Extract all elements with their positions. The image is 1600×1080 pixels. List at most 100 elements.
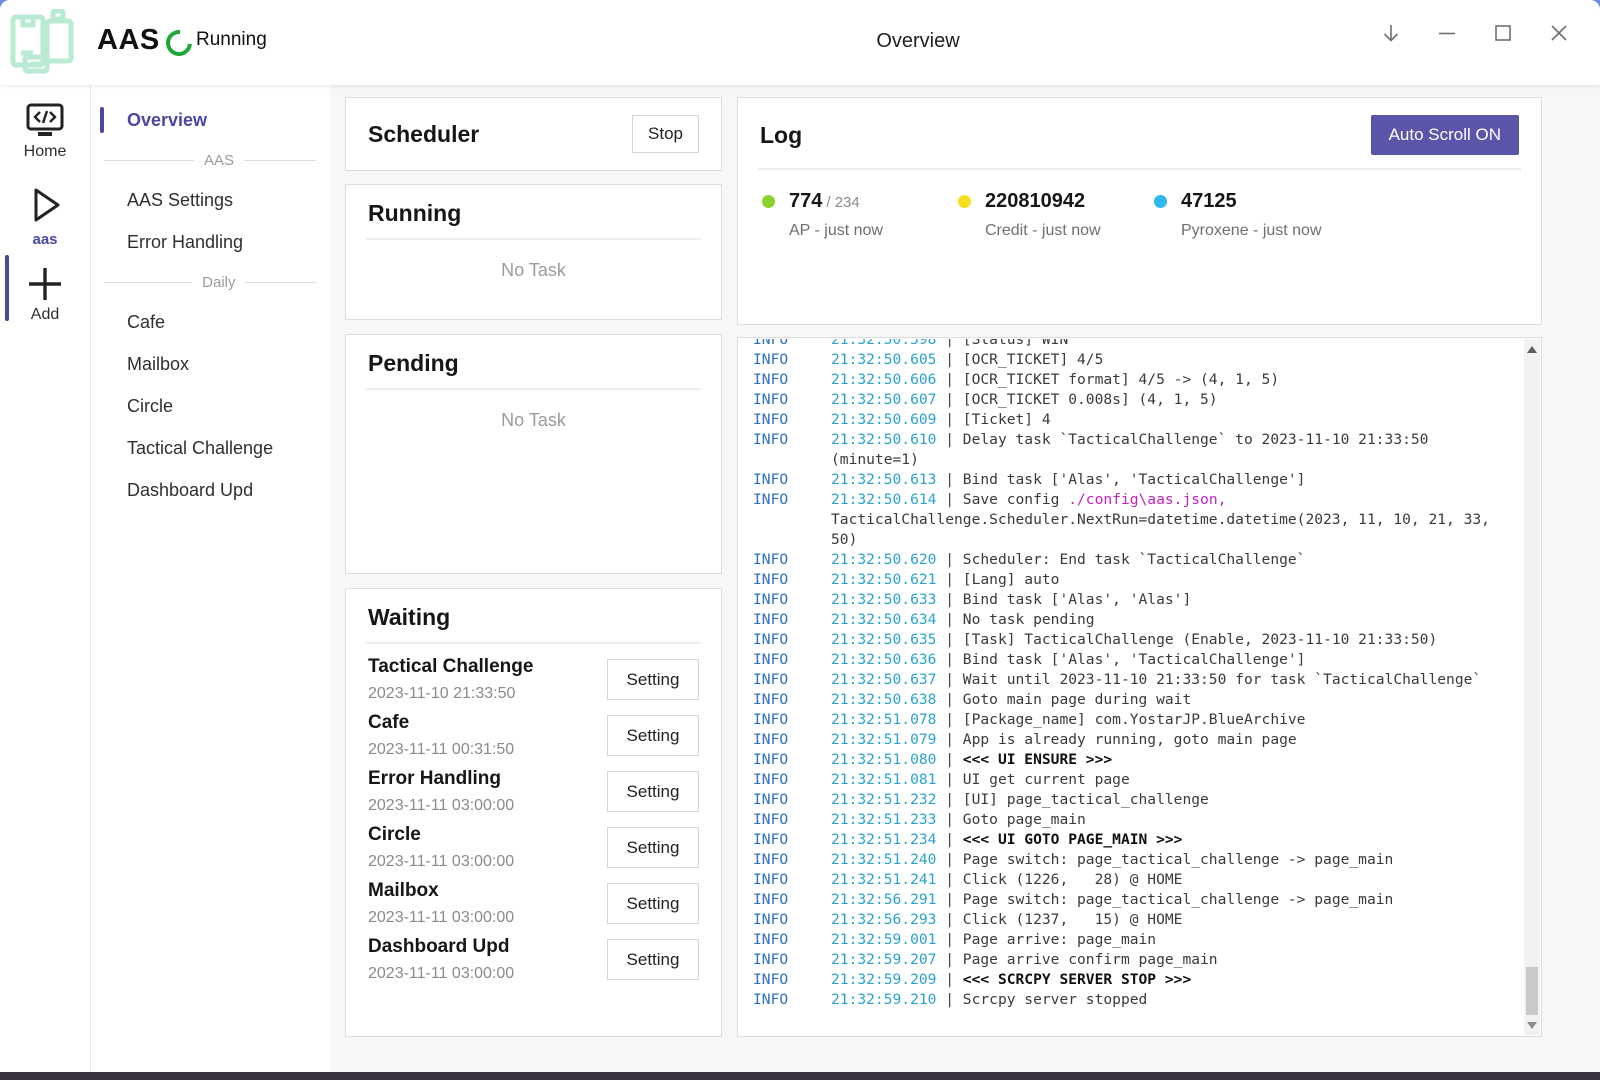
log-separator: | bbox=[936, 731, 962, 748]
nav-list: OverviewAASAAS SettingsError HandlingDai… bbox=[90, 99, 330, 511]
log-time: 21:32:51.079 bbox=[831, 731, 936, 748]
scrollbar-thumb[interactable] bbox=[1526, 967, 1538, 1015]
rail-item-home[interactable]: Home bbox=[0, 101, 90, 161]
log-message: Scrcpy server stopped bbox=[963, 991, 1148, 1008]
rail-item-add[interactable]: Add bbox=[0, 266, 90, 324]
log-separator: | bbox=[936, 831, 962, 848]
rail-item-aas[interactable]: aas bbox=[0, 183, 90, 248]
icon-rail: Home aas Add bbox=[0, 85, 91, 1072]
log-line: INFO21:32:51.241 | Click (1226, 28) @ HO… bbox=[753, 870, 1524, 890]
log-line: INFO21:32:50.638 | Goto main page during… bbox=[753, 690, 1524, 710]
log-level: INFO bbox=[753, 970, 788, 990]
setting-button[interactable]: Setting bbox=[607, 715, 699, 756]
log-level: INFO bbox=[753, 410, 788, 430]
running-spinner-icon bbox=[161, 25, 198, 62]
log-time: 21:32:51.234 bbox=[831, 831, 936, 848]
log-line: INFO21:32:59.210 | Scrcpy server stopped bbox=[753, 990, 1524, 1010]
nav-item-aas-settings[interactable]: AAS Settings bbox=[90, 179, 330, 221]
stop-button[interactable]: Stop bbox=[632, 115, 699, 153]
setting-button[interactable]: Setting bbox=[607, 883, 699, 924]
log-time: 21:32:51.241 bbox=[831, 871, 936, 888]
log-line: INFO21:32:59.207 | Page arrive confirm p… bbox=[753, 950, 1524, 970]
log-line: INFO21:32:50.635 | [Task] TacticalChalle… bbox=[753, 630, 1524, 650]
waiting-task-row: Cafe2023-11-11 00:31:50Setting bbox=[368, 712, 699, 759]
log-time: 21:32:51.080 bbox=[831, 751, 936, 768]
log-line: INFO21:32:50.598 | [Status] WIN bbox=[753, 339, 1524, 350]
setting-button[interactable]: Setting bbox=[607, 827, 699, 868]
auto-scroll-button[interactable]: Auto Scroll ON bbox=[1371, 115, 1519, 155]
waiting-task-next-run: 2023-11-11 03:00:00 bbox=[368, 965, 514, 983]
log-line: INFO21:32:50.613 | Bind task ['Alas', 'T… bbox=[753, 470, 1524, 490]
log-message: App is already running, goto main page bbox=[963, 731, 1297, 748]
nav-group-divider: AAS bbox=[90, 141, 330, 179]
stat-dot-icon bbox=[958, 195, 971, 208]
log-output[interactable]: INFO21:32:50.598 | [Status] WININFO21:32… bbox=[739, 339, 1524, 1035]
log-time: 21:32:50.610 bbox=[831, 431, 936, 448]
log-time: 21:32:50.607 bbox=[831, 391, 936, 408]
minimize-icon[interactable] bbox=[1432, 18, 1462, 48]
log-output-card: INFO21:32:50.598 | [Status] WININFO21:32… bbox=[737, 337, 1542, 1037]
log-message: Page arrive: page_main bbox=[963, 931, 1156, 948]
close-icon[interactable] bbox=[1544, 18, 1574, 48]
log-line: INFO21:32:51.234 | <<< UI GOTO PAGE_MAIN… bbox=[753, 830, 1524, 850]
log-separator: | bbox=[936, 491, 962, 508]
log-column: Log Auto Scroll ON 774/ 234AP - just now… bbox=[737, 97, 1542, 1037]
log-level: INFO bbox=[753, 770, 788, 790]
log-level: INFO bbox=[753, 370, 788, 390]
setting-button[interactable]: Setting bbox=[607, 771, 699, 812]
waiting-task-next-run: 2023-11-11 03:00:00 bbox=[368, 797, 514, 815]
nav-menu: OverviewAASAAS SettingsError HandlingDai… bbox=[90, 85, 330, 1072]
log-message: [OCR_TICKET 0.008s] (4, 1, 5) bbox=[963, 391, 1218, 408]
log-level: INFO bbox=[753, 850, 788, 870]
stat-label: Credit - just now bbox=[985, 222, 1101, 240]
divider-line bbox=[104, 160, 194, 161]
page-title: Overview bbox=[876, 30, 959, 53]
resource-stat: 47125Pyroxene - just now bbox=[1154, 190, 1350, 240]
scrollbar-up-icon[interactable] bbox=[1524, 341, 1540, 357]
log-line: INFO21:32:59.001 | Page arrive: page_mai… bbox=[753, 930, 1524, 950]
log-scrollbar[interactable] bbox=[1524, 339, 1540, 1035]
nav-item-overview[interactable]: Overview bbox=[90, 99, 330, 141]
log-line: INFO21:32:56.293 | Click (1237, 15) @ HO… bbox=[753, 910, 1524, 930]
log-line: INFO21:32:50.637 | Wait until 2023-11-10… bbox=[753, 670, 1524, 690]
log-separator: | bbox=[936, 671, 962, 688]
nav-item-mailbox[interactable]: Mailbox bbox=[90, 343, 330, 385]
nav-item-circle[interactable]: Circle bbox=[90, 385, 330, 427]
log-time: 21:32:59.209 bbox=[831, 971, 936, 988]
setting-button[interactable]: Setting bbox=[607, 659, 699, 700]
log-message: Click (1237, 15) @ HOME bbox=[963, 911, 1183, 928]
log-time: 21:32:50.635 bbox=[831, 631, 936, 648]
log-message: [Package_name] com.YostarJP.BlueArchive bbox=[963, 711, 1306, 728]
log-separator: | bbox=[936, 951, 962, 968]
running-card: Running No Task bbox=[345, 184, 722, 320]
log-separator: | bbox=[936, 971, 962, 988]
nav-item-cafe[interactable]: Cafe bbox=[90, 301, 330, 343]
scheduler-title: Scheduler bbox=[368, 121, 479, 148]
log-line: INFO21:32:56.291 | Page switch: page_tac… bbox=[753, 890, 1524, 910]
log-message: Page switch: page_tactical_challenge -> … bbox=[963, 891, 1394, 908]
log-time: 21:32:50.613 bbox=[831, 471, 936, 488]
nav-item-error-handling[interactable]: Error Handling bbox=[90, 221, 330, 263]
stat-value-row: 220810942 bbox=[985, 190, 1101, 213]
nav-item-tactical-challenge[interactable]: Tactical Challenge bbox=[90, 427, 330, 469]
log-line: INFO21:32:50.620 | Scheduler: End task `… bbox=[753, 550, 1524, 570]
window-controls bbox=[1376, 18, 1574, 48]
log-separator: | bbox=[936, 771, 962, 788]
log-message: [OCR_TICKET format] 4/5 -> (4, 1, 5) bbox=[963, 371, 1279, 388]
log-level: INFO bbox=[753, 550, 788, 570]
log-time: 21:32:51.078 bbox=[831, 711, 936, 728]
log-separator: | bbox=[936, 711, 962, 728]
log-time: 21:32:50.609 bbox=[831, 411, 936, 428]
waiting-card: Waiting Tactical Challenge2023-11-10 21:… bbox=[345, 588, 722, 1037]
rail-item-aas-label: aas bbox=[0, 231, 90, 248]
resource-stats: 774/ 234AP - just now220810942Credit - j… bbox=[738, 170, 1541, 260]
log-time: 21:32:50.634 bbox=[831, 611, 936, 628]
stat-dot-icon bbox=[762, 195, 775, 208]
nav-item-dashboard-upd[interactable]: Dashboard Upd bbox=[90, 469, 330, 511]
maximize-icon[interactable] bbox=[1488, 18, 1518, 48]
scrollbar-down-icon[interactable] bbox=[1524, 1017, 1540, 1033]
arrow-down-icon[interactable] bbox=[1376, 18, 1406, 48]
setting-button[interactable]: Setting bbox=[607, 939, 699, 980]
log-message: [Status] WIN bbox=[963, 339, 1068, 348]
log-time: 21:32:50.633 bbox=[831, 591, 936, 608]
